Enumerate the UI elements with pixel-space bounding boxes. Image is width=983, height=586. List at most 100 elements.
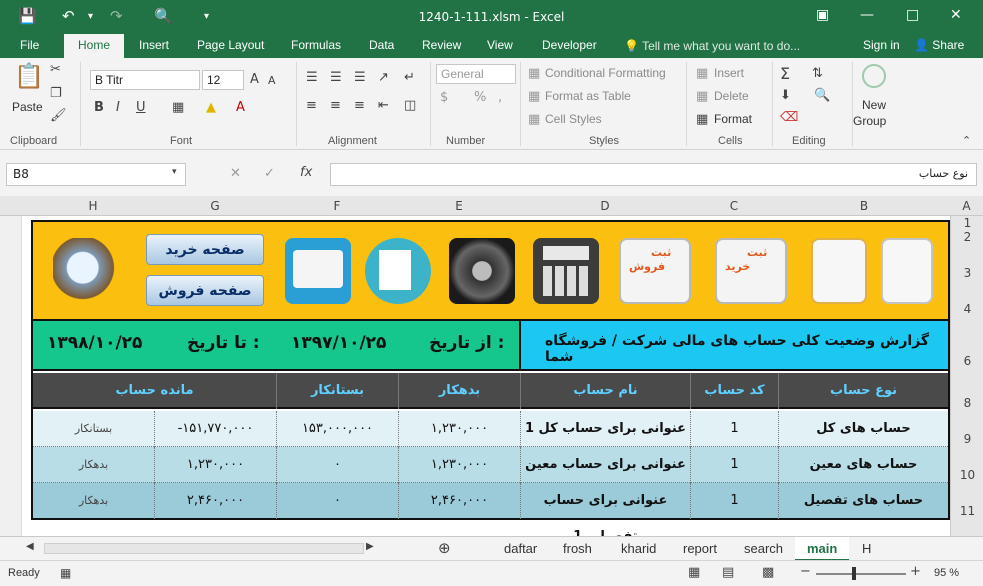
cell-balance[interactable]: ۲,۴۶۰,۰۰۰ xyxy=(154,483,276,519)
cell-account-code[interactable]: 1 xyxy=(690,447,778,483)
format-as-table-button[interactable]: Format as Table xyxy=(545,89,631,103)
normal-view-icon[interactable]: ▦ xyxy=(688,565,700,580)
tab-insert[interactable]: Insert xyxy=(139,38,169,52)
formula-input[interactable]: نوع حساب xyxy=(330,163,977,186)
font-color-icon[interactable]: A xyxy=(236,100,245,115)
align-top-icon[interactable]: ☰ xyxy=(306,70,318,85)
scroll-right-icon[interactable]: ▶ xyxy=(366,541,374,552)
cell-account-type[interactable]: حساب های معین xyxy=(778,447,948,483)
cell-status[interactable]: بستانکار xyxy=(33,411,154,447)
row-header[interactable]: 6 xyxy=(951,354,983,368)
comma-style-icon[interactable]: , xyxy=(498,90,502,105)
row-header[interactable]: 4 xyxy=(951,302,983,316)
row-header[interactable]: 1 xyxy=(951,216,983,230)
format-painter-icon[interactable]: 🖌 xyxy=(50,108,67,123)
delete-cells-button[interactable]: Delete xyxy=(714,89,749,103)
autosum-icon[interactable]: Σ xyxy=(780,64,790,83)
cell-styles-button[interactable]: Cell Styles xyxy=(545,112,602,126)
cell-status[interactable]: بدهکار xyxy=(33,447,154,483)
cell-account-code[interactable]: 1 xyxy=(690,411,778,447)
confirm-edit-icon[interactable]: ✓ xyxy=(264,166,275,181)
cell-credit[interactable]: ۰ xyxy=(276,447,398,483)
tab-view[interactable]: View xyxy=(487,38,513,52)
cell-debit[interactable]: ۲,۴۶۰,۰۰۰ xyxy=(398,483,520,519)
name-box-dropdown-icon[interactable]: ▾ xyxy=(172,167,177,177)
fill-icon[interactable]: ⬇ xyxy=(780,88,791,103)
sell-register-icon[interactable]: ثبت فروش xyxy=(619,238,691,304)
header-account-type[interactable]: نوع حساب xyxy=(778,373,948,409)
bold-icon[interactable]: B xyxy=(94,100,104,115)
borders-icon[interactable]: ▦ xyxy=(172,100,184,115)
tab-data[interactable]: Data xyxy=(369,38,394,52)
column-header-b[interactable]: B xyxy=(778,199,950,213)
column-header-f[interactable]: F xyxy=(276,199,398,213)
insert-function-icon[interactable]: fx xyxy=(300,165,312,180)
cell-credit[interactable]: ۰ xyxy=(276,483,398,519)
currency-icon[interactable]: $ xyxy=(440,90,448,105)
row-header[interactable]: 3 xyxy=(951,266,983,280)
copy-icon[interactable]: ❐ xyxy=(50,86,62,101)
cell-styles-icon[interactable]: ▦ xyxy=(528,112,540,127)
tab-file[interactable]: File xyxy=(20,38,39,52)
new-sheet-icon[interactable]: ⊕ xyxy=(438,539,451,557)
sheet-tab-search[interactable]: search xyxy=(744,541,783,556)
row-header[interactable]: 8 xyxy=(951,396,983,410)
zoom-level[interactable]: 95 % xyxy=(934,567,959,579)
zoom-in-icon[interactable]: + xyxy=(910,564,921,579)
header-credit[interactable]: بستانکار xyxy=(276,373,398,409)
orientation-icon[interactable]: ↗ xyxy=(378,70,389,85)
buy-register-icon[interactable]: ثبت خرید xyxy=(715,238,787,304)
insert-cells-button[interactable]: Insert xyxy=(714,66,744,80)
column-header-e[interactable]: E xyxy=(398,199,520,213)
column-header-h[interactable]: H xyxy=(32,199,154,213)
cancel-edit-icon[interactable]: ✕ xyxy=(230,166,241,181)
cell-status[interactable]: بدهکار xyxy=(33,483,154,519)
conditional-formatting-button[interactable]: Conditional Formatting xyxy=(545,66,666,80)
merge-center-icon[interactable]: ◫ xyxy=(404,98,416,113)
search-document-icon[interactable] xyxy=(53,238,119,304)
tell-me-search[interactable]: 💡 Tell me what you want to do... xyxy=(624,39,800,53)
tab-developer[interactable]: Developer xyxy=(542,38,597,52)
align-bottom-icon[interactable]: ☰ xyxy=(354,70,366,85)
delete-cells-icon[interactable]: ▦ xyxy=(696,89,708,104)
paste-button[interactable]: Paste xyxy=(12,100,43,114)
trend-chart-icon[interactable] xyxy=(881,238,933,304)
cell-debit[interactable]: ۱,۲۳۰,۰۰۰ xyxy=(398,447,520,483)
row-header[interactable]: 2 xyxy=(951,230,983,244)
zoom-out-icon[interactable]: − xyxy=(800,564,811,579)
scroll-left-icon[interactable]: ◀ xyxy=(26,541,34,552)
cell-credit[interactable]: ۱۵۳,۰۰۰,۰۰۰ xyxy=(276,411,398,447)
format-as-table-icon[interactable]: ▦ xyxy=(528,89,540,104)
font-size-select[interactable]: 12 xyxy=(202,70,244,90)
macro-record-icon[interactable]: ▦ xyxy=(60,566,71,580)
align-center-icon[interactable]: ≡ xyxy=(330,98,341,113)
column-header-d[interactable]: D xyxy=(520,199,690,213)
align-right-icon[interactable]: ≡ xyxy=(354,98,365,113)
find-select-icon[interactable]: 🔍 xyxy=(814,88,830,103)
underline-icon[interactable]: U xyxy=(136,100,146,115)
minimize-icon[interactable]: — xyxy=(860,7,874,23)
column-header-c[interactable]: C xyxy=(690,199,778,213)
sort-filter-icon[interactable]: ⇅ xyxy=(812,66,823,81)
sell-page-button[interactable]: صفحه فروش xyxy=(146,275,264,306)
sign-in-link[interactable]: Sign in xyxy=(863,38,900,52)
name-box[interactable]: B8 xyxy=(6,163,186,186)
column-header-g[interactable]: G xyxy=(154,199,276,213)
cell-account-type[interactable]: حساب های کل xyxy=(778,411,948,447)
number-format-select[interactable]: General xyxy=(436,64,516,84)
column-header-a[interactable]: A xyxy=(950,199,983,213)
zoom-slider[interactable] xyxy=(816,573,906,575)
cell-account-name[interactable]: عنوانی برای حساب معین 1 xyxy=(520,447,690,508)
page-layout-view-icon[interactable]: ▤ xyxy=(722,565,734,580)
conditional-formatting-icon[interactable]: ▦ xyxy=(528,66,540,81)
wrap-text-icon[interactable]: ↵ xyxy=(404,70,415,85)
format-cells-button[interactable]: Format xyxy=(714,112,752,126)
page-break-view-icon[interactable]: ▩ xyxy=(762,565,774,580)
paste-icon[interactable]: 📋 xyxy=(14,62,44,90)
row-header[interactable]: 10 xyxy=(951,468,983,482)
shrink-font-icon[interactable]: A xyxy=(268,74,276,87)
sheet-tab-kharid[interactable]: kharid xyxy=(621,541,656,556)
row-header[interactable]: 9 xyxy=(951,432,983,446)
sheet-tab-h[interactable]: H xyxy=(862,541,871,556)
format-cells-icon[interactable]: ▦ xyxy=(696,112,708,127)
